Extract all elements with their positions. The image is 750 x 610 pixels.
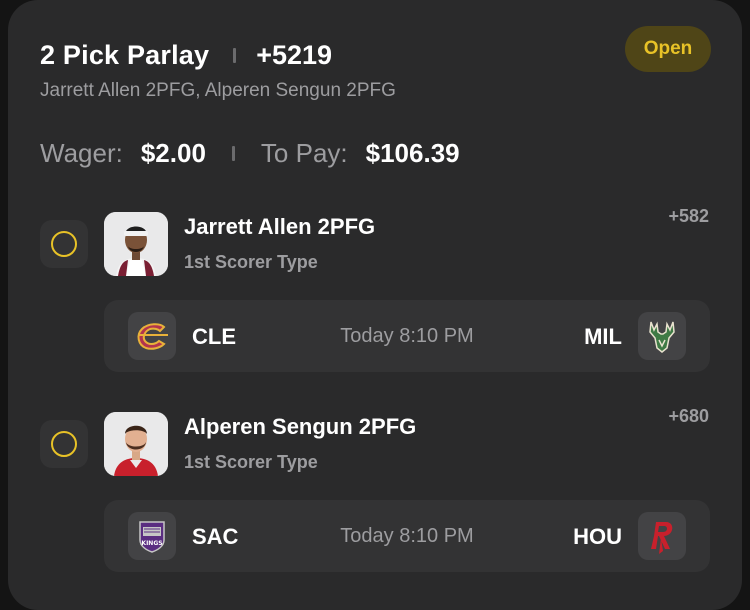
player-avatar [104, 212, 168, 276]
status-badge: Open [625, 26, 711, 72]
parlay-odds: +5219 [256, 40, 333, 70]
game-row[interactable]: KINGS SAC Today 8:10 PM HOU [104, 500, 710, 572]
pick-name: Jarrett Allen 2PFG [184, 214, 376, 239]
divider [231, 146, 235, 161]
away-team: MIL [584, 324, 622, 349]
header: 2 Pick Parlay +5219 [40, 40, 332, 71]
game-row[interactable]: CLE Today 8:10 PM MIL [104, 300, 710, 372]
payout-label: To Pay: [260, 138, 348, 168]
pick-radio[interactable] [40, 420, 88, 468]
wager-label: Wager: [40, 138, 123, 168]
player-headshot-icon [104, 212, 168, 276]
bet-title: 2 Pick Parlay [40, 40, 210, 70]
radio-circle-icon [51, 231, 77, 257]
divider [233, 48, 237, 63]
pick-name: Alperen Sengun 2PFG [184, 414, 417, 439]
payout-value: $106.39 [365, 138, 460, 168]
parlay-card[interactable]: 2 Pick Parlay +5219 Jarrett Allen 2PFG, … [8, 0, 742, 610]
rockets-logo-icon [638, 512, 686, 560]
pick-type: 1st Scorer Type [184, 252, 318, 272]
legs-summary: Jarrett Allen 2PFG, Alperen Sengun 2PFG [40, 80, 396, 101]
radio-circle-icon [51, 431, 77, 457]
player-headshot-icon [104, 412, 168, 476]
bucks-logo-icon [638, 312, 686, 360]
wager-value: $2.00 [140, 138, 206, 168]
player-avatar [104, 412, 168, 476]
wager-row: Wager: $2.00 To Pay: $106.39 [40, 138, 460, 169]
pick-odds: +680 [668, 406, 709, 426]
pick-type: 1st Scorer Type [184, 452, 318, 472]
pick-radio[interactable] [40, 220, 88, 268]
away-team: HOU [573, 524, 622, 549]
pick-odds: +582 [668, 206, 709, 226]
